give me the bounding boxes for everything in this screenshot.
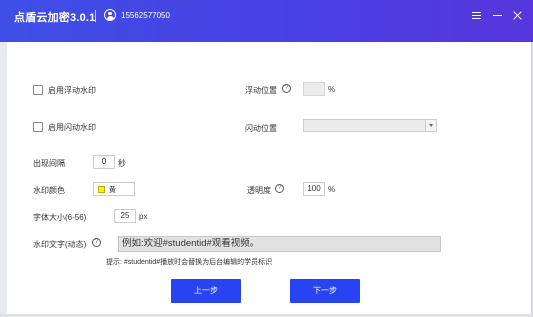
flash-position-label: 闪动位置 [245, 124, 277, 133]
flash-watermark-checkbox[interactable] [33, 122, 43, 132]
app-title: 点盾云加密3.0.1 [14, 12, 96, 24]
interval-unit: 秒 [118, 159, 126, 168]
flash-position-select[interactable] [303, 119, 437, 132]
prev-button[interactable]: 上一步 [171, 279, 241, 303]
title-divider [95, 10, 96, 22]
color-picker-button[interactable]: 黄 [93, 182, 135, 196]
watermark-text-input[interactable]: 例如:欢迎#studentid#观看视频。 [118, 236, 441, 252]
user-icon[interactable] [104, 9, 116, 21]
opacity-input[interactable]: 100 [303, 182, 325, 196]
color-swatch [98, 186, 105, 193]
flash-watermark-label: 启用闪动水印 [48, 123, 96, 132]
opacity-label: 透明度 [247, 186, 271, 195]
help-icon[interactable]: ? [282, 84, 291, 93]
dropdown-arrow-icon[interactable] [425, 120, 436, 131]
color-name: 黄 [109, 187, 116, 194]
minimize-icon[interactable] [491, 8, 505, 22]
opacity-unit: % [328, 185, 336, 194]
font-size-input[interactable]: 25 [114, 209, 136, 223]
help-icon[interactable]: ? [92, 238, 101, 247]
title-bar: 点盾云加密3.0.1 15562577050 [0, 0, 533, 42]
float-watermark-label: 启用浮动水印 [48, 86, 96, 95]
account-phone: 15562577050 [121, 11, 170, 20]
font-size-label: 字体大小(6-56) [33, 213, 87, 222]
float-watermark-checkbox[interactable] [33, 85, 43, 95]
interval-label: 出现间隔 [33, 159, 65, 168]
float-position-unit: % [328, 85, 336, 94]
next-button[interactable]: 下一步 [290, 279, 360, 303]
font-size-unit: px [139, 212, 148, 221]
close-icon[interactable] [511, 8, 525, 22]
float-position-label: 浮动位置 [245, 86, 277, 95]
menu-icon[interactable] [470, 8, 484, 22]
interval-input[interactable]: 0 [93, 155, 115, 169]
help-icon[interactable]: ? [275, 184, 284, 193]
watermark-text-label: 水印文字(动态) [33, 240, 87, 249]
float-position-input[interactable] [303, 82, 325, 96]
hint-text: 提示: #studentid#播放时会替换为后台编辑的学员标识 [106, 259, 273, 266]
color-label: 水印颜色 [33, 186, 65, 195]
watermark-settings-panel: 启用浮动水印 浮动位置 ? % 启用闪动水印 闪动位置 出现间隔 0 秒 水印颜… [7, 42, 531, 314]
